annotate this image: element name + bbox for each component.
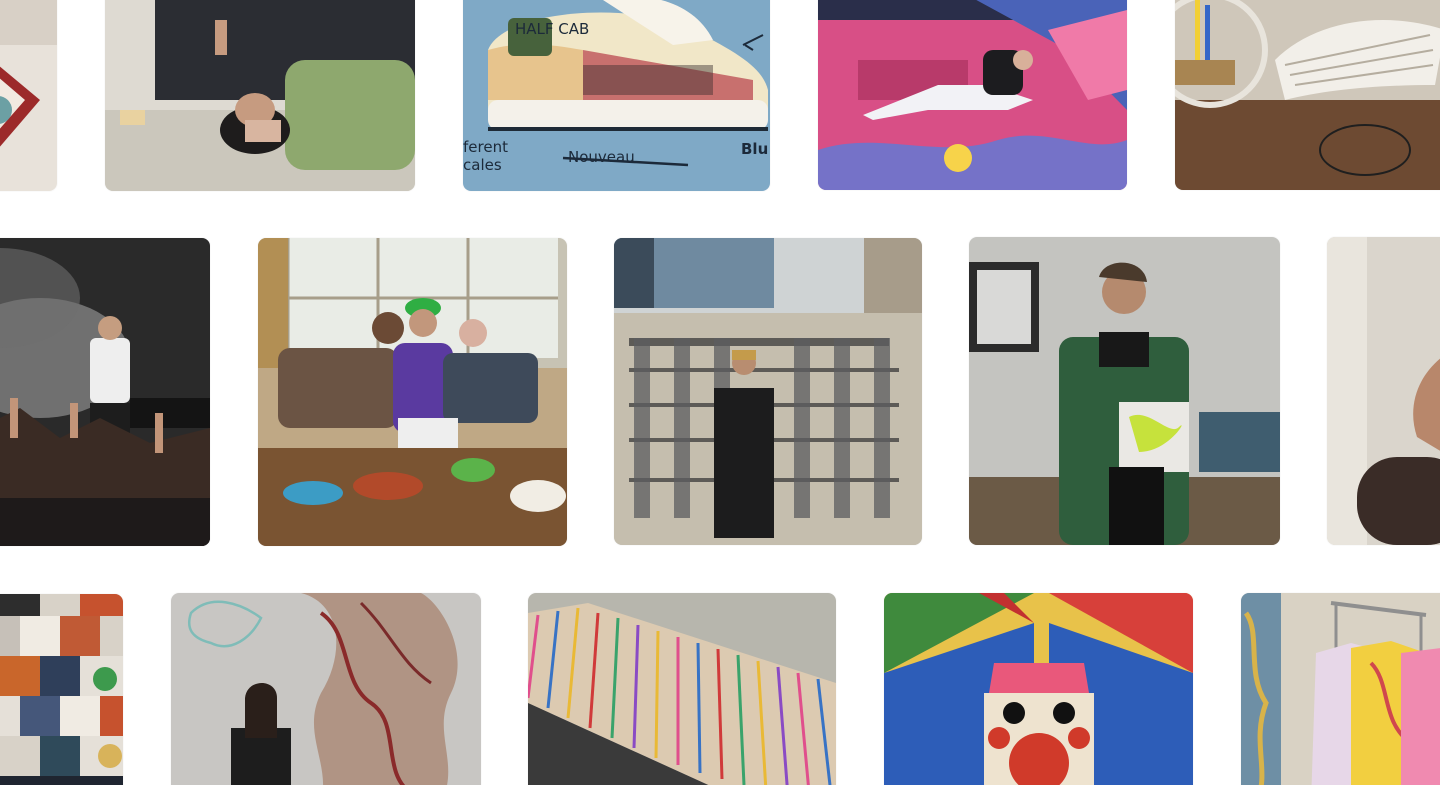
gallery-tile-sneaker-sketch[interactable]: HALF CAB ferent cales Nouveau Blu: [463, 0, 770, 191]
sketch-note-right: Blu: [741, 140, 768, 158]
gallery-tile-record[interactable]: [969, 237, 1280, 545]
tile-image: [258, 238, 567, 546]
gallery-tile-quilt[interactable]: [0, 594, 123, 785]
tile-image: [105, 0, 415, 191]
tile-image: [1327, 237, 1440, 545]
sketch-note-left-1: ferent: [463, 138, 508, 156]
image-gallery: HALF CAB ferent cales Nouveau Blu: [0, 0, 1440, 785]
tile-image: [1175, 0, 1440, 190]
gallery-tile-friends-lying[interactable]: [105, 0, 415, 191]
sketch-note-left-2: cales: [463, 156, 502, 174]
gallery-tile-artist-sculpture[interactable]: [171, 593, 481, 785]
gallery-tile-clothing-rack[interactable]: [1241, 593, 1440, 785]
tile-image: [818, 0, 1127, 190]
tile-image: HALF CAB ferent cales Nouveau Blu: [463, 0, 770, 191]
tile-image: [0, 238, 210, 546]
tile-image: [969, 237, 1280, 545]
gallery-tile-rooftop[interactable]: [614, 238, 922, 545]
tile-image: [614, 238, 922, 545]
gallery-tile-layered-wood[interactable]: [528, 593, 836, 785]
gallery-tile-artwork-fragment[interactable]: [0, 0, 57, 191]
gallery-tile-painted-face[interactable]: [884, 593, 1193, 785]
tile-image: [0, 0, 57, 191]
tile-image: [1241, 593, 1440, 785]
gallery-tile-performance[interactable]: [0, 238, 210, 546]
gallery-tile-friends-couch[interactable]: [258, 238, 567, 546]
sneaker-logo-text: HALF CAB: [515, 20, 589, 38]
tile-image: [884, 593, 1193, 785]
gallery-tile-portrait-fragment[interactable]: [1327, 237, 1440, 545]
tile-image: [171, 593, 481, 785]
tile-image: [0, 594, 123, 785]
tile-image: [528, 593, 836, 785]
gallery-tile-pink-floor[interactable]: [818, 0, 1127, 190]
sketch-note-strike: Nouveau: [568, 148, 635, 166]
gallery-tile-woven-chair[interactable]: [1175, 0, 1440, 190]
